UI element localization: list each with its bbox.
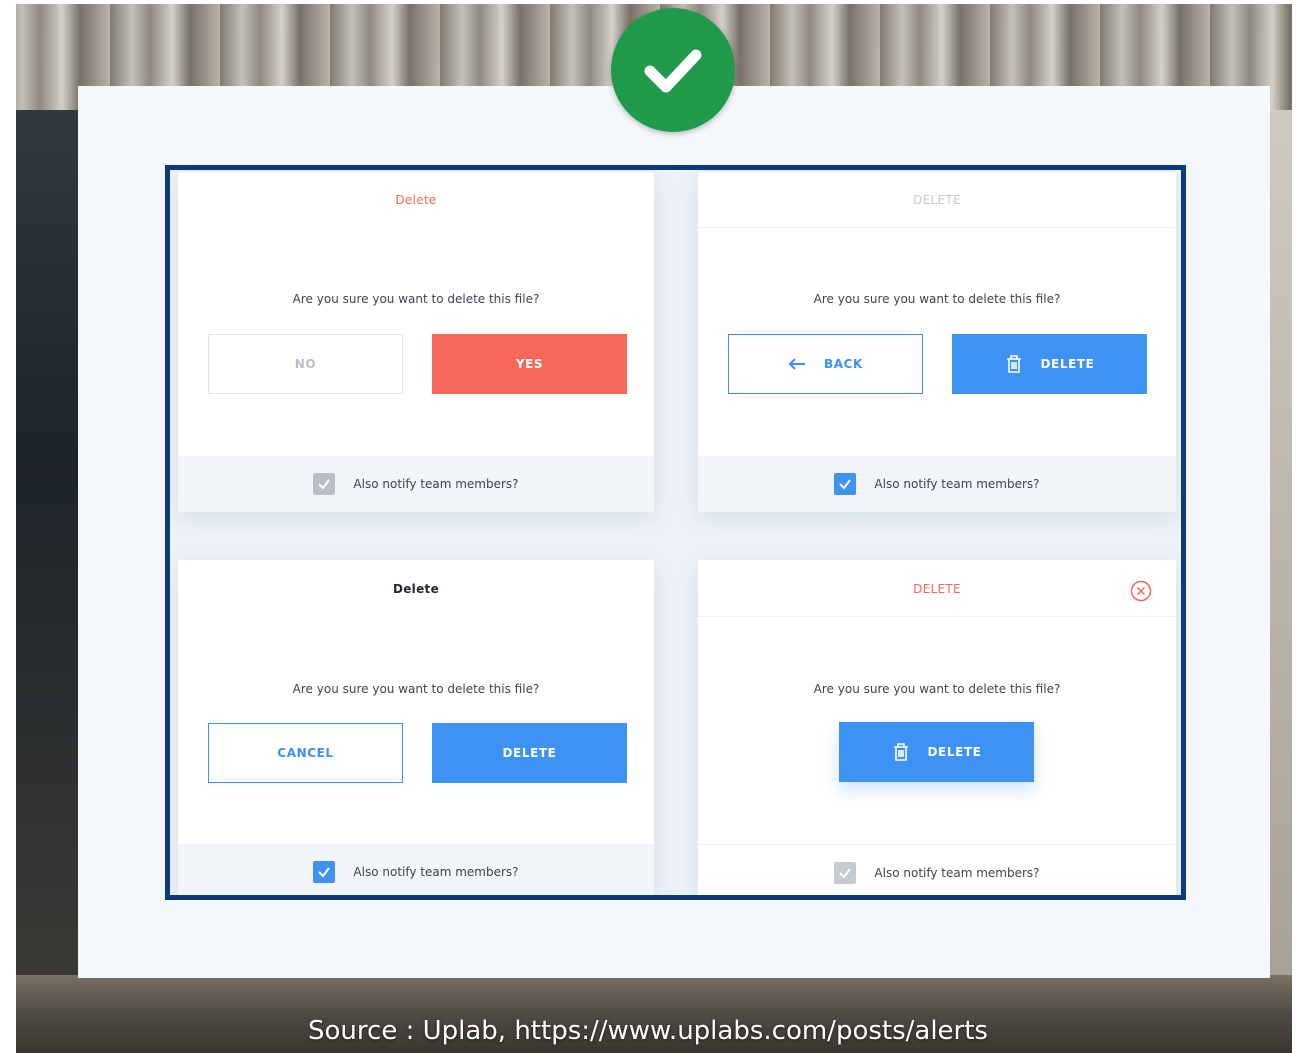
dialog-title: DELETE — [913, 582, 961, 596]
check-icon — [644, 49, 702, 93]
notify-checkbox[interactable] — [834, 473, 857, 495]
dialog-title: Delete — [395, 193, 437, 207]
notify-label: Also notify team members? — [874, 865, 1040, 880]
trash-icon — [892, 742, 910, 762]
dialog-footer: Also notify team members? — [698, 844, 1176, 895]
check-badge — [611, 8, 735, 132]
delete-button[interactable]: DELETE — [952, 334, 1147, 394]
arrow-left-icon — [788, 357, 806, 371]
dialog-examples-frame: Delete Are you sure you want to delete t… — [165, 165, 1186, 900]
back-button[interactable]: BACK — [728, 334, 923, 394]
no-button[interactable]: NO — [208, 334, 403, 394]
header-divider — [698, 227, 1176, 228]
cancel-button-label: CANCEL — [277, 746, 334, 760]
delete-button-label: DELETE — [502, 746, 557, 760]
notify-checkbox[interactable] — [313, 861, 336, 883]
image-border — [0, 0, 16, 1053]
notify-checkbox[interactable] — [834, 861, 857, 884]
delete-button[interactable]: DELETE — [839, 722, 1034, 782]
cancel-button[interactable]: CANCEL — [208, 723, 403, 783]
dialog-title: DELETE — [913, 193, 961, 207]
notify-label: Also notify team members? — [874, 477, 1040, 491]
notify-label: Also notify team members? — [353, 865, 519, 879]
dialog-footer: Also notify team members? — [698, 456, 1176, 512]
image-border — [0, 0, 1296, 4]
delete-button[interactable]: DELETE — [432, 723, 627, 783]
dialog-question: Are you sure you want to delete this fil… — [292, 292, 540, 306]
checkmark-icon — [318, 867, 331, 878]
dialog-footer: Also notify team members? — [178, 456, 654, 512]
yes-button-label: YES — [515, 357, 544, 371]
source-caption: Source : Uplab, https://www.uplabs.com/p… — [308, 1016, 988, 1046]
delete-button-label: DELETE — [927, 745, 982, 759]
yes-button[interactable]: YES — [432, 334, 627, 394]
no-button-label: NO — [294, 357, 317, 371]
delete-dialog-back: DELETE Are you sure you want to delete t… — [698, 172, 1176, 512]
notify-checkbox[interactable] — [313, 473, 336, 495]
dialog-question: Are you sure you want to delete this fil… — [292, 682, 540, 696]
trash-icon — [1005, 354, 1023, 374]
checkmark-icon — [839, 479, 852, 490]
dialog-question: Are you sure you want to delete this fil… — [813, 682, 1061, 696]
delete-dialog-coral: Delete Are you sure you want to delete t… — [178, 172, 654, 512]
delete-dialog-cancel: Delete Are you sure you want to delete t… — [178, 560, 654, 895]
back-button-label: BACK — [824, 357, 863, 371]
checkmark-icon — [839, 867, 852, 879]
header-divider — [698, 616, 1176, 617]
delete-dialog-single: DELETE Are you sure you want to delete t… — [698, 560, 1176, 895]
image-border — [1292, 0, 1296, 1053]
notify-label: Also notify team members? — [353, 477, 519, 491]
dialog-title: Delete — [392, 582, 440, 596]
dialog-question: Are you sure you want to delete this fil… — [813, 292, 1061, 306]
delete-button-label: DELETE — [1040, 357, 1095, 371]
close-circle-icon[interactable] — [1130, 580, 1152, 602]
dialog-footer: Also notify team members? — [178, 844, 654, 895]
checkmark-icon — [318, 479, 331, 490]
